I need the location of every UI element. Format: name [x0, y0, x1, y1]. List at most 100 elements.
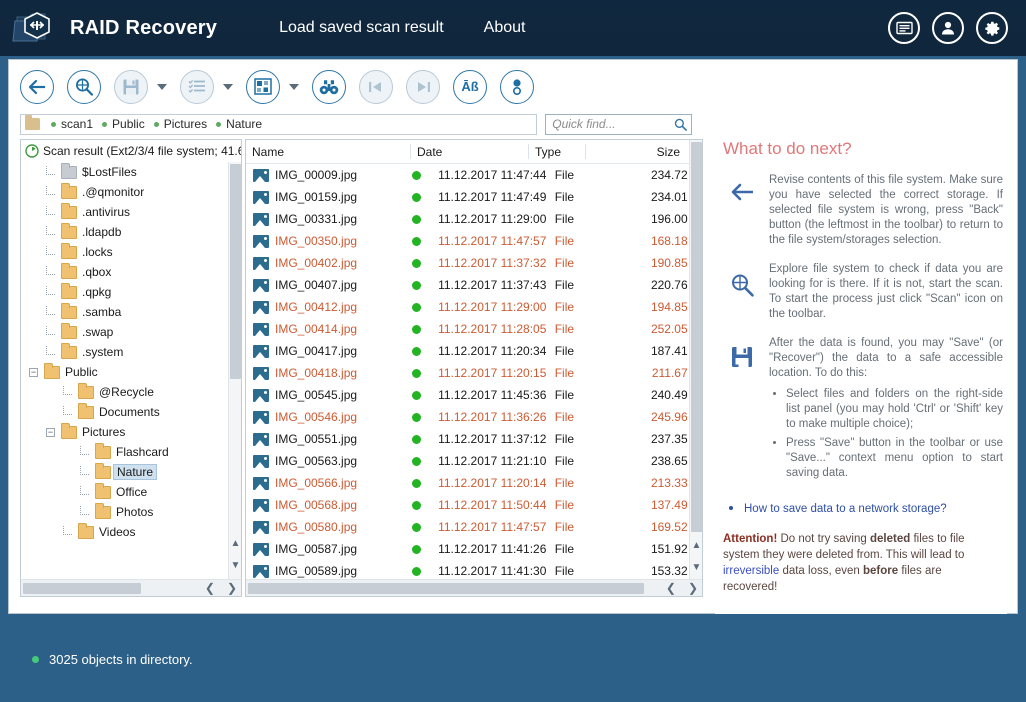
tree-item-documents[interactable]: Documents — [21, 402, 241, 422]
file-list-scroll-thumb[interactable] — [691, 142, 702, 532]
tree-line — [46, 325, 55, 335]
file-row[interactable]: IMG_00414.jpg 11.12.2017 11:28:05 File 252.… — [246, 318, 702, 340]
file-row[interactable]: IMG_00587.jpg 11.12.2017 11:41:26 File 151.… — [246, 538, 702, 560]
file-list-panel[interactable]: Name Date Type Size IMG_00009.jpg 11.12.2… — [245, 139, 703, 597]
encoding-button[interactable]: Āß — [453, 69, 487, 104]
menu-about[interactable]: About — [484, 19, 526, 37]
file-row[interactable]: IMG_00563.jpg 11.12.2017 11:21:10 File 238.… — [246, 450, 702, 472]
file-list-hscroll-arrows[interactable]: ❮ ❯ — [666, 581, 698, 595]
tree-item-public[interactable]: − Public — [21, 362, 241, 382]
properties-button[interactable] — [500, 69, 534, 104]
tree-item-qpkg[interactable]: .qpkg — [21, 282, 241, 302]
tree-item-qmonitor[interactable]: .@qmonitor — [21, 182, 241, 202]
file-row[interactable]: IMG_00551.jpg 11.12.2017 11:37:12 File 237.… — [246, 428, 702, 450]
tree-horizontal-scrollbar[interactable]: ❮ ❯ — [21, 579, 241, 596]
tree-hscroll-arrows[interactable]: ❮ ❯ — [205, 581, 237, 595]
file-list-body[interactable]: IMG_00009.jpg 11.12.2017 11:47:44 File 234.… — [246, 164, 702, 582]
search-input[interactable]: Quick find... — [545, 113, 692, 135]
tree-hscroll-left-arrow[interactable]: ❮ — [205, 581, 215, 595]
help-network-link[interactable]: How to save data to a network storage? — [744, 503, 947, 515]
preview-button[interactable] — [246, 69, 280, 104]
tree-item-antivirus[interactable]: .antivirus — [21, 202, 241, 222]
tree-item-swap[interactable]: .swap — [21, 322, 241, 342]
file-list-horizontal-scrollbar[interactable]: ❮ ❯ — [246, 579, 702, 596]
find-button[interactable] — [312, 69, 346, 104]
step-forward-icon — [418, 81, 430, 92]
tree-item-videos[interactable]: Videos — [21, 522, 241, 542]
list-view-button[interactable] — [180, 69, 214, 104]
breadcrumb-item-scan1[interactable]: scan1 — [45, 117, 93, 131]
file-name-cell: IMG_00566.jpg — [275, 476, 358, 490]
file-row[interactable]: IMG_00402.jpg 11.12.2017 11:37:32 File 190.… — [246, 252, 702, 274]
image-file-icon — [253, 498, 269, 512]
tree-body[interactable]: $LostFiles .@qmonitor .antivirus .ldapdb .lo… — [21, 162, 241, 574]
column-header-size[interactable]: Size — [586, 144, 686, 159]
column-header-date[interactable]: Date — [411, 144, 529, 159]
preview-dropdown-caret[interactable] — [289, 83, 299, 90]
save-dropdown-caret[interactable] — [157, 83, 167, 90]
tree-item-office[interactable]: Office — [21, 482, 241, 502]
file-list-scroll-up-arrow[interactable]: ▲ — [690, 538, 702, 553]
folder-tree-panel[interactable]: Scan result (Ext2/3/4 file system; 41.6 … — [20, 139, 242, 597]
file-list-hscroll-thumb[interactable] — [248, 582, 644, 594]
scan-button[interactable] — [67, 69, 101, 104]
file-row[interactable]: IMG_00407.jpg 11.12.2017 11:37:43 File 220.… — [246, 274, 702, 296]
tree-item-recycle[interactable]: @Recycle — [21, 382, 241, 402]
file-row[interactable]: IMG_00009.jpg 11.12.2017 11:47:44 File 234.… — [246, 164, 702, 186]
tree-item-locks[interactable]: .locks — [21, 242, 241, 262]
tree-hscroll-right-arrow[interactable]: ❯ — [227, 581, 237, 595]
tree-item-photos[interactable]: Photos — [21, 502, 241, 522]
pin-properties-icon — [512, 78, 522, 95]
file-row[interactable]: IMG_00159.jpg 11.12.2017 11:47:49 File 234.… — [246, 186, 702, 208]
tree-item-nature[interactable]: Nature — [21, 462, 241, 482]
user-icon[interactable] — [932, 12, 964, 44]
file-row[interactable]: IMG_00580.jpg 11.12.2017 11:47:57 File 169.… — [246, 516, 702, 538]
file-list-hscroll-left-arrow[interactable]: ❮ — [666, 581, 676, 595]
file-row[interactable]: IMG_00566.jpg 11.12.2017 11:20:14 File 213.… — [246, 472, 702, 494]
file-list-vertical-scrollbar[interactable]: ▲ ▼ — [689, 140, 702, 581]
breadcrumb-item-nature[interactable]: Nature — [210, 117, 262, 131]
find-next-button[interactable] — [406, 69, 440, 104]
breadcrumb-item-public[interactable]: Public — [96, 117, 145, 131]
find-previous-button[interactable] — [359, 69, 393, 104]
save-button[interactable] — [114, 69, 148, 104]
file-row[interactable]: IMG_00417.jpg 11.12.2017 11:20:34 File 187.… — [246, 340, 702, 362]
list-view-dropdown-caret[interactable] — [223, 83, 233, 90]
file-row[interactable]: IMG_00546.jpg 11.12.2017 11:36:26 File 245.… — [246, 406, 702, 428]
tree-item-lostfiles[interactable]: $LostFiles — [21, 162, 241, 182]
tree-vertical-scrollbar[interactable]: ▲ ▼ — [228, 162, 241, 596]
file-row[interactable]: IMG_00412.jpg 11.12.2017 11:29:00 File 194.… — [246, 296, 702, 318]
tree-item-system[interactable]: .system — [21, 342, 241, 362]
search-placeholder: Quick find... — [552, 117, 616, 131]
tree-item-label: Photos — [116, 505, 154, 519]
file-row[interactable]: IMG_00350.jpg 11.12.2017 11:47:57 File 168.… — [246, 230, 702, 252]
tree-scroll-down-arrow[interactable]: ▼ — [229, 558, 241, 573]
tree-scroll-up-arrow[interactable]: ▲ — [229, 536, 241, 551]
tree-hscroll-thumb[interactable] — [23, 582, 141, 594]
gear-icon[interactable] — [976, 12, 1008, 44]
menu-load-saved-scan-result[interactable]: Load saved scan result — [279, 19, 444, 37]
file-row[interactable]: IMG_00418.jpg 11.12.2017 11:20:15 File 211.… — [246, 362, 702, 384]
tree-item-ldapdb[interactable]: .ldapdb — [21, 222, 241, 242]
tree-item-pictures[interactable]: − Pictures — [21, 422, 241, 442]
tree-line — [46, 265, 55, 275]
back-button[interactable] — [20, 69, 54, 104]
file-row[interactable]: IMG_00331.jpg 11.12.2017 11:29:00 File 196.… — [246, 208, 702, 230]
file-type-cell: File — [554, 476, 575, 490]
tree-scroll-thumb[interactable] — [230, 164, 241, 379]
file-list-scroll-down-arrow[interactable]: ▼ — [690, 560, 702, 575]
file-list-hscroll-right-arrow[interactable]: ❯ — [688, 581, 698, 595]
help-network-link-item[interactable]: How to save data to a network storage? — [744, 499, 1007, 517]
breadcrumb-item-pictures[interactable]: Pictures — [148, 117, 207, 131]
tree-item-samba[interactable]: .samba — [21, 302, 241, 322]
notes-icon[interactable] — [888, 12, 920, 44]
tree-collapse-icon[interactable]: − — [29, 367, 38, 377]
file-row[interactable]: IMG_00545.jpg 11.12.2017 11:45:36 File 240.… — [246, 384, 702, 406]
column-header-type[interactable]: Type — [529, 144, 586, 159]
file-row[interactable]: IMG_00568.jpg 11.12.2017 11:50:44 File 137.… — [246, 494, 702, 516]
tree-item-flashcard[interactable]: Flashcard — [21, 442, 241, 462]
tree-item-qbox[interactable]: .qbox — [21, 262, 241, 282]
breadcrumb[interactable]: scan1 Public Pictures Nature — [20, 113, 538, 135]
column-header-name[interactable]: Name — [246, 144, 411, 159]
tree-collapse-icon[interactable]: − — [46, 427, 55, 437]
